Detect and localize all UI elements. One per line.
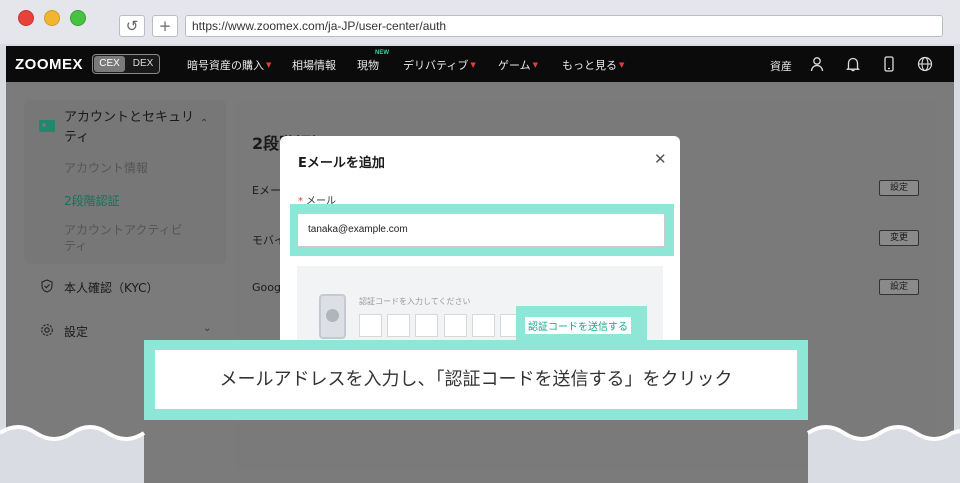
minimize-window-dot[interactable] [44, 10, 60, 26]
nav-more[interactable]: もっと見る ▼ [562, 57, 624, 73]
send-code-button[interactable]: 認証コードを送信する [525, 317, 631, 334]
cex-dex-switch[interactable]: CEX DEX [92, 54, 160, 74]
chevron-up-icon[interactable]: ⌃ [200, 118, 208, 129]
nav-games[interactable]: ゲーム ▼ [498, 57, 538, 73]
mobile-change-button[interactable]: 変更 [879, 230, 919, 246]
caret-down-icon: ▼ [266, 61, 272, 69]
email-setup-button[interactable]: 設定 [879, 180, 919, 196]
caret-down-icon: ▼ [470, 61, 476, 69]
user-icon[interactable] [808, 55, 826, 73]
phone-icon[interactable] [880, 55, 898, 73]
new-badge: NEW [375, 50, 389, 56]
id-card-icon [39, 120, 55, 132]
email-input[interactable]: tanaka@example.com [297, 213, 665, 247]
sidebar-section-title[interactable]: アカウントとセキュリティ [64, 108, 204, 148]
sidebar-account-security: アカウントとセキュリティ ⌃ アカウント情報 2段階認証 アカウントアクティビテ… [24, 100, 226, 264]
torn-edge-decoration [0, 425, 960, 483]
sidebar-item-account-info[interactable]: アカウント情報 [64, 160, 194, 176]
instruction-callout: メールアドレスを入力し、「認証コードを送信する」をクリック [155, 350, 797, 409]
close-window-dot[interactable] [18, 10, 34, 26]
caret-down-icon: ▼ [532, 61, 539, 69]
sidebar-item-account-activity[interactable]: アカウントアクティビティ [64, 222, 194, 254]
sidebar-item-settings[interactable]: 設定 [64, 323, 88, 340]
google-setup-button[interactable]: 設定 [879, 279, 919, 295]
caret-down-icon: ▼ [619, 61, 625, 69]
modal-title: Eメールを追加 [298, 156, 385, 171]
nav-derivatives[interactable]: デリバティブ ▼ [403, 57, 476, 73]
maximize-window-dot[interactable] [70, 10, 86, 26]
phone-illustration-icon [319, 294, 346, 339]
shield-icon [41, 279, 53, 293]
nav-assets[interactable]: 資産 [770, 58, 792, 74]
nav-buy-crypto[interactable]: 暗号資産の購入 ▼ [187, 57, 271, 73]
nav-markets[interactable]: 相場情報 [292, 57, 336, 73]
new-tab-button[interactable]: + [152, 15, 178, 37]
zoomex-logo[interactable]: ZOOMEX [15, 56, 83, 73]
sidebar-item-2fa[interactable]: 2段階認証 [64, 193, 194, 209]
reload-icon: ↺ [125, 17, 139, 35]
bell-icon[interactable] [844, 55, 862, 73]
code-digit-5[interactable] [472, 314, 495, 337]
code-digit-4[interactable] [444, 314, 467, 337]
plus-icon: + [158, 17, 172, 35]
code-digit-1[interactable] [359, 314, 382, 337]
reload-button[interactable]: ↺ [119, 15, 145, 37]
sidebar-item-kyc[interactable]: 本人確認（KYC） [64, 279, 159, 296]
close-icon[interactable]: ✕ [654, 150, 667, 168]
code-digit-2[interactable] [387, 314, 410, 337]
chevron-down-icon[interactable]: ⌄ [203, 323, 211, 334]
code-digit-3[interactable] [415, 314, 438, 337]
address-bar[interactable]: https://www.zoomex.com/ja-JP/user-center… [185, 15, 943, 37]
nav-spot[interactable]: 現物 [357, 57, 379, 73]
row-email-label: Eメー [252, 184, 281, 197]
cex-toggle[interactable]: CEX [94, 56, 125, 72]
globe-icon[interactable] [916, 55, 934, 73]
top-navigation: ZOOMEX CEX DEX 暗号資産の購入 ▼ 相場情報 NEW 現物 デリバテ… [6, 46, 954, 82]
browser-chrome: ↺ + https://www.zoomex.com/ja-JP/user-ce… [0, 0, 960, 44]
gear-icon [41, 324, 53, 336]
verification-hint: 認証コードを入力してください [359, 297, 471, 306]
dex-toggle[interactable]: DEX [128, 56, 158, 72]
